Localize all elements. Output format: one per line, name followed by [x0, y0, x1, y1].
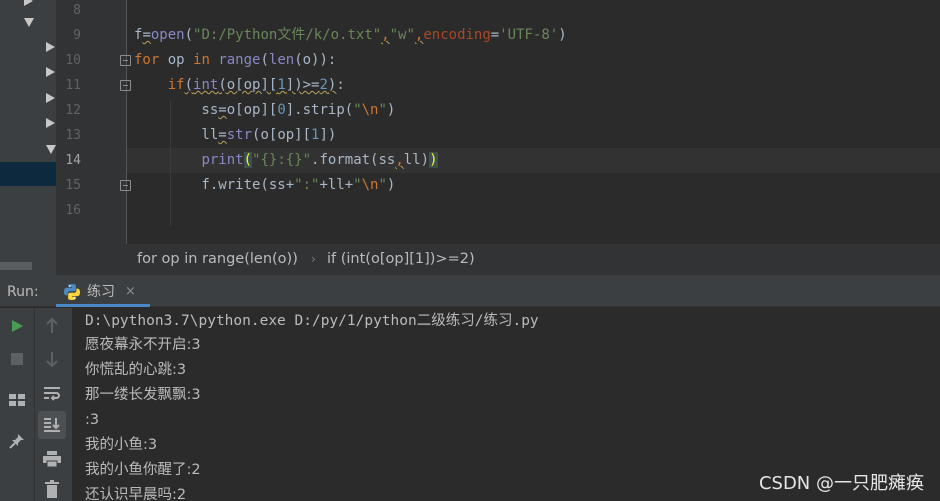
- breadcrumb-item[interactable]: for op in range(len(o)): [137, 244, 298, 275]
- selected-tree-item[interactable]: [0, 162, 56, 186]
- console-line: :3: [85, 412, 100, 428]
- line-number: 10: [65, 53, 81, 68]
- console-line: 那一缕长发飘飘:3: [85, 387, 201, 403]
- fold-icon[interactable]: [120, 55, 131, 66]
- code-line[interactable]: 8: [56, 0, 940, 23]
- layout-icon[interactable]: [4, 387, 30, 413]
- scroll-down-icon[interactable]: [39, 346, 65, 372]
- line-number: 8: [73, 3, 81, 18]
- tree-collapse-icon[interactable]: [24, 18, 34, 27]
- run-tab[interactable]: 练习 ×: [56, 275, 150, 307]
- tree-expand-icon[interactable]: [46, 42, 55, 52]
- code-text: ss=o[op][0].strip("\n"): [134, 102, 396, 118]
- line-number: 16: [65, 203, 81, 218]
- run-toolwindow-header: Run: 练习 ×: [0, 275, 940, 307]
- watermark: CSDN @一只肥瘫痪: [758, 473, 924, 494]
- scroll-to-end-icon[interactable]: [38, 411, 66, 439]
- breadcrumb-separator: ›: [311, 252, 316, 266]
- scroll-up-icon[interactable]: [39, 313, 65, 339]
- line-number: 14: [65, 153, 81, 168]
- code-text: f.write(ss+":"+ll+"\n"): [134, 177, 396, 193]
- fold-icon[interactable]: [120, 80, 131, 91]
- run-label: Run:: [7, 284, 39, 300]
- rerun-icon[interactable]: [4, 313, 30, 339]
- code-line[interactable]: 13 ll=str(o[op][1]): [56, 123, 940, 148]
- code-text: f=open("D:/Python文件/k/o.txt","w",encodin…: [134, 27, 567, 43]
- console-line: 愿夜幕永不开启:3: [85, 337, 201, 353]
- horizontal-scrollbar[interactable]: [0, 262, 32, 270]
- console-line: 我的小鱼:3: [85, 437, 158, 453]
- python-icon: [64, 284, 80, 300]
- pin-icon[interactable]: [4, 428, 30, 454]
- console-line: D:\python3.7\python.exe D:/py/1/python二级…: [85, 313, 539, 329]
- breadcrumb-item[interactable]: if (int(o[op][1])>=2): [327, 244, 475, 275]
- code-text: for op in range(len(o)):: [134, 52, 337, 68]
- code-line[interactable]: 15 f.write(ss+":"+ll+"\n"): [56, 173, 940, 198]
- run-toolbar: [0, 308, 72, 501]
- code-text: print("{}:{}".format(ss,ll)): [201, 152, 438, 168]
- line-number: 11: [65, 78, 81, 93]
- line-number: 13: [65, 128, 81, 143]
- active-tab-indicator: [56, 304, 150, 307]
- line-number: 15: [65, 178, 81, 193]
- project-panel: [0, 0, 56, 275]
- tree-expand-icon[interactable]: [46, 118, 55, 128]
- tree-collapse-icon[interactable]: [46, 145, 56, 154]
- code-editor[interactable]: 8 9 f=open("D:/Python文件/k/o.txt","w",enc…: [56, 0, 940, 244]
- breadcrumb: for op in range(len(o)) › if (int(o[op][…: [56, 244, 940, 275]
- code-line[interactable]: 12 ss=o[op][0].strip("\n"): [56, 98, 940, 123]
- console-line: 还认识早晨吗:2: [85, 487, 187, 501]
- fold-icon[interactable]: [120, 180, 131, 191]
- code-line[interactable]: 16: [56, 198, 940, 223]
- soft-wrap-icon[interactable]: [39, 380, 65, 406]
- console-line: 我的小鱼你醒了:2: [85, 462, 201, 478]
- stop-icon[interactable]: [4, 346, 30, 372]
- toolbar-divider: [34, 308, 35, 501]
- trash-icon[interactable]: [39, 476, 65, 501]
- code-line[interactable]: 10 for op in range(len(o)):: [56, 48, 940, 73]
- code-line[interactable]: 11 if(int(o[op][1])>=2):: [56, 73, 940, 98]
- line-number: 9: [73, 28, 81, 43]
- code-line-current[interactable]: 14 print("{}:{}".format(ss,ll)): [56, 148, 940, 173]
- line-number: 12: [65, 103, 81, 118]
- console-line: 你慌乱的心跳:3: [85, 362, 187, 378]
- code-text: if(int(o[op][1])>=2):: [167, 77, 345, 93]
- tree-expand-icon[interactable]: [46, 67, 55, 77]
- code-line[interactable]: 9 f=open("D:/Python文件/k/o.txt","w",encod…: [56, 23, 940, 48]
- tree-expand-icon[interactable]: [24, 0, 33, 6]
- tree-expand-icon[interactable]: [46, 93, 55, 103]
- code-text: ll=str(o[op][1]): [134, 127, 337, 143]
- print-icon[interactable]: [39, 446, 65, 472]
